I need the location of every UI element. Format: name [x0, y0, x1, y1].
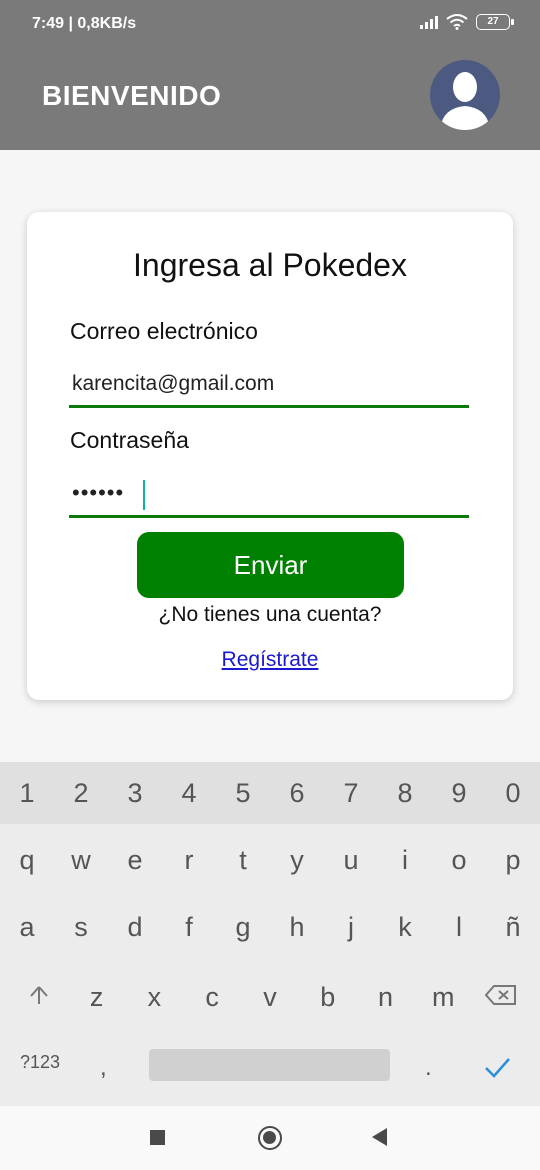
home-icon[interactable] [258, 1126, 282, 1150]
back-icon[interactable] [372, 1128, 387, 1146]
keyboard-number-row: 1 2 3 4 5 6 7 8 9 0 [0, 762, 540, 824]
key[interactable]: 1 [3, 778, 51, 809]
text-cursor [143, 480, 145, 510]
key[interactable]: q [3, 845, 51, 876]
period-key[interactable]: . [425, 1054, 432, 1082]
status-icons: 27 [420, 14, 514, 30]
key[interactable]: 4 [165, 778, 213, 809]
battery-level: 27 [487, 16, 499, 27]
user-avatar-icon[interactable] [430, 60, 500, 130]
keyboard-row-2: a s d f g h j k l ñ [0, 897, 540, 957]
space-bar[interactable] [149, 1049, 390, 1081]
shift-key-icon[interactable] [15, 982, 63, 1013]
recents-icon[interactable] [150, 1130, 165, 1145]
key[interactable]: 7 [327, 778, 375, 809]
key[interactable]: v [246, 982, 294, 1013]
key[interactable]: 6 [273, 778, 321, 809]
symbols-key[interactable]: ?123 [20, 1052, 60, 1073]
email-field[interactable] [69, 362, 469, 408]
key[interactable]: c [188, 982, 236, 1013]
key[interactable]: 3 [111, 778, 159, 809]
password-value: •••••• [72, 480, 125, 505]
key[interactable]: m [419, 982, 467, 1013]
key[interactable]: w [57, 845, 105, 876]
key[interactable]: p [489, 845, 537, 876]
register-link[interactable]: Regístrate [27, 648, 513, 672]
keyboard-row-3: z x c v b n m [0, 967, 540, 1027]
app-bar: BIENVENIDO [0, 50, 540, 150]
key[interactable]: r [165, 845, 213, 876]
key[interactable]: f [165, 912, 213, 943]
key[interactable]: 9 [435, 778, 483, 809]
backspace-key-icon[interactable] [477, 982, 525, 1013]
key[interactable]: o [435, 845, 483, 876]
key[interactable]: 8 [381, 778, 429, 809]
signal-icon [420, 15, 438, 29]
system-nav-bar [0, 1106, 540, 1170]
password-field[interactable] [69, 472, 469, 518]
comma-key[interactable]: , [100, 1054, 107, 1082]
app-title: BIENVENIDO [42, 80, 222, 111]
key[interactable]: 5 [219, 778, 267, 809]
key[interactable]: a [3, 912, 51, 943]
key[interactable]: g [219, 912, 267, 943]
submit-button[interactable]: Enviar [137, 532, 404, 598]
key[interactable]: j [327, 912, 375, 943]
key[interactable]: b [304, 982, 352, 1013]
key[interactable]: e [111, 845, 159, 876]
status-bar: 7:49 | 0,8KB/s 27 [0, 0, 540, 50]
wifi-icon [446, 14, 468, 30]
key[interactable]: z [73, 982, 121, 1013]
key[interactable]: ñ [489, 912, 537, 943]
login-card: Ingresa al Pokedex Correo electrónico Co… [27, 212, 513, 700]
no-account-text: ¿No tienes una cuenta? [158, 603, 382, 626]
key[interactable]: y [273, 845, 321, 876]
key[interactable]: l [435, 912, 483, 943]
key[interactable]: 2 [57, 778, 105, 809]
key[interactable]: n [361, 982, 409, 1013]
key[interactable]: s [57, 912, 105, 943]
login-title: Ingresa al Pokedex [133, 247, 407, 283]
key[interactable]: 0 [489, 778, 537, 809]
key[interactable]: u [327, 845, 375, 876]
key[interactable]: k [381, 912, 429, 943]
key[interactable]: x [130, 982, 178, 1013]
enter-check-icon[interactable] [482, 1052, 512, 1082]
keyboard: 1 2 3 4 5 6 7 8 9 0 q w e r t y u i o p … [0, 762, 540, 1106]
status-time: 7:49 | 0,8KB/s [32, 15, 137, 32]
keyboard-row-1: q w e r t y u i o p [0, 830, 540, 890]
battery-icon: 27 [476, 14, 514, 30]
email-label: Correo electrónico [70, 318, 258, 344]
key[interactable]: t [219, 845, 267, 876]
key[interactable]: i [381, 845, 429, 876]
password-label: Contraseña [70, 427, 189, 453]
key[interactable]: d [111, 912, 159, 943]
key[interactable]: h [273, 912, 321, 943]
